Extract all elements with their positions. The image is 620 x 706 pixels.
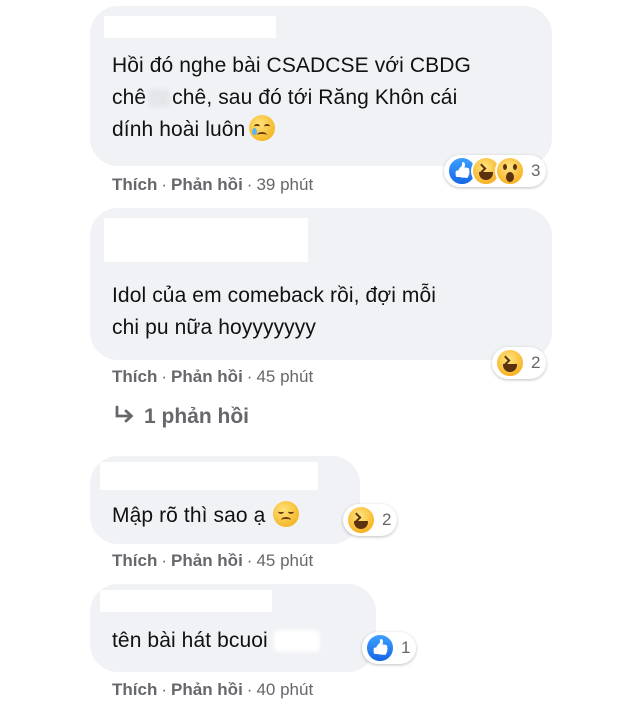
view-replies-link[interactable]: 1 phản hồi [114, 405, 249, 429]
like-action[interactable]: Thích [112, 175, 157, 194]
replies-count-label: 1 phản hồi [144, 405, 249, 428]
separator: · [161, 680, 168, 699]
reaction-count: 2 [531, 353, 541, 372]
redacted-author-name [100, 462, 318, 490]
comment-actions-1: Thích · Phản hồi · 39 phút [112, 175, 313, 195]
crying-face-emoji-icon [249, 115, 276, 141]
redacted-word [273, 630, 320, 653]
comment-text-3: Mập rõ thì sao ạ [112, 500, 300, 532]
reaction-summary-1[interactable]: 3 [444, 155, 547, 187]
reply-arrow-icon [115, 405, 133, 423]
separator: · [161, 367, 168, 386]
wow-icon [495, 156, 525, 186]
comment-1-line-2-rest: chê, sau đó tới Răng Khôn cái [172, 86, 458, 109]
haha-icon [495, 348, 525, 378]
redacted-author-name [104, 218, 308, 262]
comment-1-line-2: chê chê, sau đó tới Răng Khôn cái [112, 82, 552, 114]
separator: · [246, 551, 253, 570]
reply-action[interactable]: Phản hồi [171, 551, 243, 570]
comment-1-line-3-text: dính hoài luôn [112, 118, 246, 141]
redacted-author-name [100, 590, 272, 612]
like-action[interactable]: Thích [112, 367, 157, 386]
reaction-count: 2 [382, 510, 392, 529]
comment-actions-4: Thích · Phản hồi · 40 phút [112, 680, 313, 700]
timestamp[interactable]: 40 phút [256, 680, 313, 699]
like-action[interactable]: Thích [112, 551, 157, 570]
separator: · [161, 551, 168, 570]
haha-icon [346, 505, 376, 535]
reaction-summary-4[interactable]: 1 [362, 632, 417, 664]
reply-action[interactable]: Phản hồi [171, 680, 243, 699]
reply-action[interactable]: Phản hồi [171, 175, 243, 194]
comment-actions-2: Thích · Phản hồi · 45 phút [112, 367, 313, 387]
separator: · [161, 175, 168, 194]
timestamp[interactable]: 45 phút [256, 367, 313, 386]
comment-actions-3: Thích · Phản hồi · 45 phút [112, 551, 313, 571]
reaction-summary-3[interactable]: 2 [343, 504, 398, 536]
reaction-summary-2[interactable]: 2 [492, 347, 547, 379]
comment-4-text: tên bài hát bcuoi [112, 629, 268, 652]
redacted-word [148, 89, 171, 108]
separator: · [246, 175, 253, 194]
comment-1-line-1: Hồi đó nghe bài CSADCSE với CBDG [112, 54, 471, 77]
separator: · [246, 680, 253, 699]
timestamp[interactable]: 45 phút [256, 551, 313, 570]
like-icon [365, 633, 395, 663]
comment-text-2: Idol của em comeback rồi, đợi mỗi chi pu… [112, 280, 552, 344]
comment-1-line-3: dính hoài luôn [112, 114, 552, 146]
reaction-count: 3 [531, 161, 541, 180]
pensive-face-emoji-icon [273, 501, 300, 527]
comment-2-line-2: chi pu nữa hoyyyyyyy [112, 316, 316, 339]
separator: · [246, 367, 253, 386]
timestamp[interactable]: 39 phút [256, 175, 313, 194]
reaction-count: 1 [401, 638, 411, 657]
comment-text-4: tên bài hát bcuoi [112, 625, 320, 657]
redacted-author-name [104, 16, 276, 38]
like-action[interactable]: Thích [112, 680, 157, 699]
comment-text-1: Hồi đó nghe bài CSADCSE với CBDG chê chê,… [112, 50, 552, 146]
comment-2-line-1: Idol của em comeback rồi, đợi mỗi [112, 284, 437, 307]
comment-1-word: chê [112, 86, 147, 109]
comment-3-text: Mập rõ thì sao ạ [112, 504, 266, 527]
reply-action[interactable]: Phản hồi [171, 367, 243, 386]
